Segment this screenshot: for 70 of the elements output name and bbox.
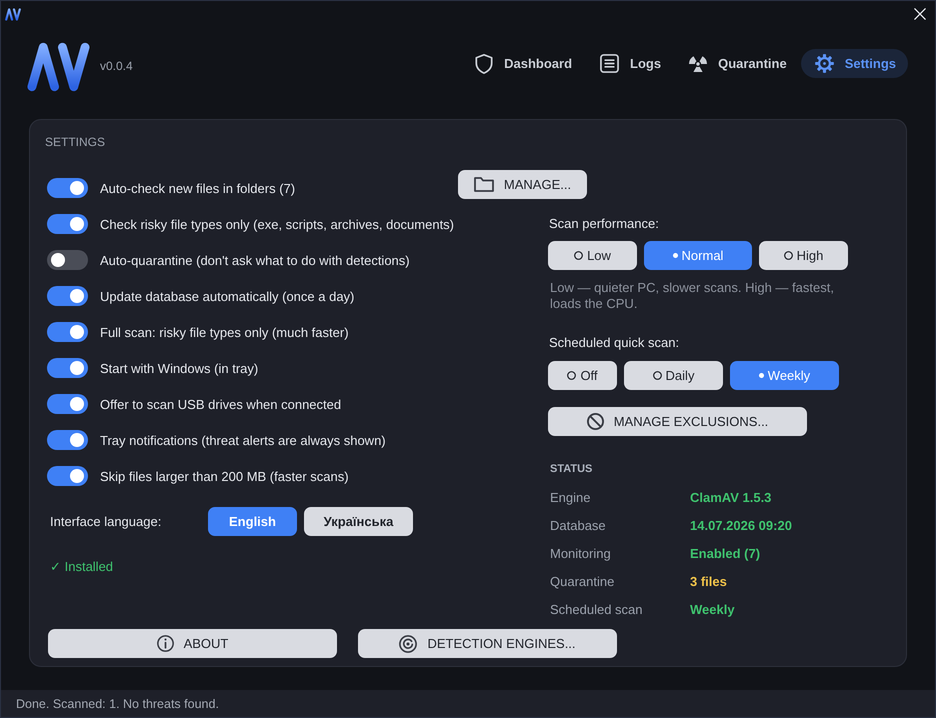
shield-icon xyxy=(475,54,494,74)
toggle-switch[interactable] xyxy=(47,250,88,270)
version-label: v0.0.4 xyxy=(100,59,133,73)
field-label: Scan performance: xyxy=(549,215,659,233)
action-button[interactable]: ABOUT xyxy=(48,629,337,658)
status-bar: Done. Scanned: 1. No threats found. xyxy=(1,690,935,717)
ring-icon xyxy=(574,251,584,260)
close-icon[interactable] xyxy=(914,8,926,20)
section-title: STATUS xyxy=(550,462,592,476)
status-label: Engine xyxy=(550,490,590,504)
status-value: 3 files xyxy=(690,574,727,588)
info-icon xyxy=(156,635,174,652)
toggle-label: Auto-quarantine (don't ask what to do with detections) xyxy=(100,252,410,268)
performance-option[interactable]: Normal xyxy=(644,241,752,270)
status-label: Scheduled scan xyxy=(550,602,643,616)
toggle-switch[interactable] xyxy=(47,322,88,342)
toggle-label: Tray notifications (threat alerts are always shown) xyxy=(100,432,386,448)
toggle-label: Full scan: risky file types only (much faster) xyxy=(100,324,349,340)
status-label: Monitoring xyxy=(550,546,611,560)
performance-option[interactable]: High xyxy=(759,241,848,270)
list-icon xyxy=(600,54,620,73)
schedule-option[interactable]: Off xyxy=(548,361,617,390)
ring-icon xyxy=(652,371,662,380)
status-value: Enabled (7) xyxy=(690,546,760,560)
toggle-label: Skip files larger than 200 MB (faster scans) xyxy=(100,468,349,484)
prohibited-icon xyxy=(586,413,604,430)
radiation-icon xyxy=(689,56,708,72)
toggle-switch[interactable] xyxy=(47,430,88,450)
performance-option[interactable]: Low xyxy=(548,241,637,270)
nav-tab[interactable]: Logs xyxy=(586,49,674,78)
toggle-switch[interactable] xyxy=(47,178,88,198)
status-label: Database xyxy=(550,518,606,532)
toggle-switch[interactable] xyxy=(47,358,88,378)
status-value: Weekly xyxy=(690,602,735,616)
target-icon xyxy=(399,634,418,652)
toggle-switch[interactable] xyxy=(47,394,88,414)
language-option[interactable]: Українська xyxy=(304,507,413,536)
gear-icon xyxy=(814,54,834,73)
ring-icon xyxy=(784,251,793,260)
toggle-switch[interactable] xyxy=(47,466,88,486)
nav-tab[interactable]: Settings xyxy=(800,49,908,78)
dot-icon xyxy=(758,373,764,378)
install-status: ✓ Installed xyxy=(50,558,114,576)
status-value: ClamAV 1.5.3 xyxy=(690,490,772,504)
hint-text: Low — quieter PC, slower scans. High — fastest, loads the CPU. xyxy=(550,280,835,312)
folder-icon xyxy=(474,176,494,192)
language-option[interactable]: English xyxy=(208,507,297,536)
dot-icon xyxy=(672,253,678,258)
logo-icon xyxy=(27,42,90,92)
toggle-switch[interactable] xyxy=(47,214,88,234)
schedule-option[interactable]: Weekly xyxy=(730,361,839,390)
section-title: SETTINGS xyxy=(45,134,106,150)
toggle-switch[interactable] xyxy=(47,286,88,306)
nav-tab[interactable]: Quarantine xyxy=(675,49,799,78)
toggle-label: Start with Windows (in tray) xyxy=(100,360,258,376)
ring-icon xyxy=(567,371,576,380)
field-label: Scheduled quick scan: xyxy=(549,334,680,352)
toggle-label: Offer to scan USB drives when connected xyxy=(100,396,342,412)
action-button[interactable]: DETECTION ENGINES... xyxy=(358,629,617,658)
field-label: Interface language: xyxy=(50,514,162,529)
toggle-label: Check risky file types only (exe, scripts, archives, documents) xyxy=(100,216,454,232)
toggle-label: Auto-check new files in folders (7) xyxy=(100,180,296,196)
manage-button[interactable]: MANAGE... xyxy=(458,170,587,198)
status-value: 14.07.2026 09:20 xyxy=(690,518,792,532)
status-label: Quarantine xyxy=(550,574,614,588)
exclusions-button[interactable]: MANAGE EXCLUSIONS... xyxy=(548,407,807,436)
logo-icon xyxy=(5,8,21,20)
toggle-label: Update database automatically (once a day) xyxy=(100,288,354,304)
nav-tab[interactable]: Dashboard xyxy=(461,49,584,78)
schedule-option[interactable]: Daily xyxy=(624,361,723,390)
